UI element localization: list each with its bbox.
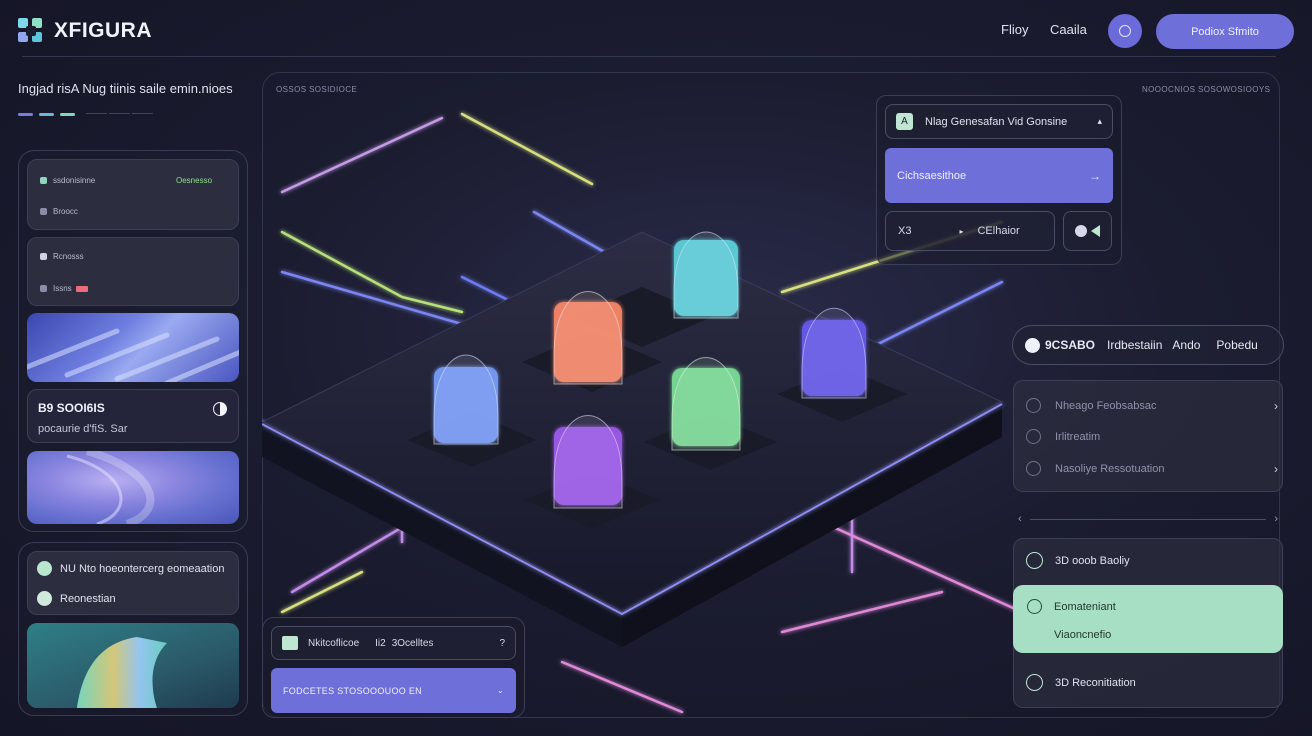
profile-icon <box>1119 25 1131 37</box>
info-card[interactable]: NU Nto hoeontercerg eomeaation Reonestia… <box>27 551 239 615</box>
active-title: Eomateniant <box>1054 600 1116 613</box>
header-divider <box>22 56 1276 57</box>
chevron-down-icon: ⌄ <box>496 686 504 695</box>
status-dot-icon <box>40 177 47 184</box>
caret-up-icon: ▴ <box>1097 116 1102 126</box>
stat-card[interactable]: B9 SOOI6IS pocaurie d'fiS. Sar <box>27 389 239 443</box>
scene-icon <box>282 636 298 650</box>
info-item-1: NU Nto hoeontercerg eomeaation <box>60 562 225 575</box>
preview-image-fluid[interactable] <box>27 451 239 524</box>
status-dot-icon <box>40 285 47 292</box>
mode-badge: 9CSABO <box>1045 338 1096 352</box>
scene-left: Nkitcoflicoe <box>308 637 360 649</box>
preview-image-holo[interactable] <box>27 623 239 708</box>
carousel-nav: ‹ › <box>1018 513 1278 525</box>
logo-mark-icon <box>18 18 44 44</box>
chevron-right-icon: › <box>1274 461 1278 476</box>
generate-label: Cichsaesithoe <box>897 169 967 182</box>
option-selector[interactable]: X3 ▸ CElhaior <box>885 211 1055 251</box>
nav-link-caaila[interactable]: Caaila <box>1050 22 1087 37</box>
mode-icon <box>1025 337 1040 353</box>
card1-badge: Oesnesso <box>176 176 213 185</box>
check-icon <box>37 561 52 576</box>
status-card-2[interactable]: Rcnosss Issns <box>27 237 239 306</box>
process-button[interactable]: FODCETES STOSOOOUOO EN ⌄ <box>271 668 516 713</box>
pipeline-item-1[interactable]: 3D ooob Baoliy <box>1026 552 1130 569</box>
model-icon: A <box>896 113 913 130</box>
active-sub: Viaoncnefio <box>1054 629 1112 641</box>
model-dropdown[interactable]: A Nlag Genesafan Vid Gonsine ▴ <box>885 104 1113 139</box>
glass-tubes-graphic <box>27 328 239 382</box>
model-dropdown-value: Nlag Genesafan Vid Gonsine <box>925 115 1068 128</box>
option-right: CElhaior <box>977 225 1020 237</box>
scene-selector[interactable]: Nkitcoflicoe Ii2 3Ocelltes ? <box>271 626 516 660</box>
scene-right: 3Ocelltes <box>391 637 434 649</box>
card2-line2: Issns <box>53 284 72 293</box>
fluid-graphic <box>66 451 155 524</box>
carousel-next-button[interactable]: › <box>1274 513 1278 525</box>
reconstruct-icon <box>1026 674 1043 691</box>
process-label: FODCETES STOSOOOUOO EN <box>283 685 422 696</box>
generate-button[interactable]: Cichsaesithoe → <box>885 148 1113 203</box>
feature-list: Nheago Feobsabsac › Irlitreatim Nasoliye… <box>1013 380 1283 492</box>
neon-rail <box>780 590 944 634</box>
neon-rail <box>280 270 474 329</box>
alert-bar <box>75 285 88 292</box>
arrow-right-icon: → <box>1089 168 1101 183</box>
option-left: X3 <box>898 225 912 237</box>
neon-rail <box>280 116 444 194</box>
atom-icon <box>37 591 52 606</box>
chevron-right-icon: › <box>1274 398 1278 413</box>
status-dot-icon <box>40 253 47 260</box>
base-plate <box>262 231 1004 613</box>
brand-logo[interactable]: XFIGURA <box>18 18 152 44</box>
mode-pill[interactable]: 9CSABO Irdbestaiin Ando Pobedu <box>1012 325 1284 365</box>
feature-item-2[interactable]: Irlitreatim <box>1026 429 1278 444</box>
help-icon[interactable]: ? <box>499 638 505 649</box>
tagline-accent-bars <box>18 113 75 116</box>
circle-icon <box>1026 461 1041 476</box>
caret-right-icon: ▸ <box>959 226 964 236</box>
stat-title: B9 SOOI6IS <box>38 401 105 415</box>
circle-icon <box>1026 429 1041 444</box>
play-back-icon <box>1091 225 1100 237</box>
pie-icon <box>213 402 227 416</box>
card1-line2: Broocc <box>53 207 78 216</box>
nav-link-flioy[interactable]: Flioy <box>1001 22 1028 37</box>
mode-word-1: Irdbestaiin <box>1107 338 1163 352</box>
status-dot-icon <box>40 208 47 215</box>
cta-button[interactable]: Podiox Sfmito <box>1156 14 1294 49</box>
carousel-track <box>1029 518 1267 520</box>
neon-rail <box>280 230 464 314</box>
canvas-label-right: NOOOCNIOS SOSOWOSIOOYS <box>1142 85 1271 94</box>
brand-name: XFIGURA <box>54 19 152 42</box>
scene-mid: Ii2 <box>375 637 386 649</box>
feature-item-3[interactable]: Nasoliye Ressotuation › <box>1026 461 1278 476</box>
info-item-2: Reonestian <box>60 592 116 605</box>
holo-ribbon-graphic <box>77 637 167 708</box>
carousel-prev-button[interactable]: ‹ <box>1018 513 1022 525</box>
mode-word-2: Ando <box>1172 338 1201 352</box>
card1-line1: ssdonisinne <box>53 176 96 185</box>
share-button[interactable] <box>1063 211 1112 251</box>
profile-button[interactable] <box>1108 14 1142 48</box>
preview-image-glass-tubes[interactable] <box>27 313 239 382</box>
status-card-1[interactable]: ssdonisinne Oesnesso Broocc <box>27 159 239 230</box>
card2-line1: Rcnosss <box>53 252 84 261</box>
neon-rail <box>460 112 594 186</box>
globe-icon <box>1075 225 1087 237</box>
refresh-icon <box>1027 599 1042 614</box>
pipeline-item-3[interactable]: 3D Reconitiation <box>1026 674 1136 691</box>
stat-caption: pocaurie d'fiS. Sar <box>38 423 128 435</box>
cube-icon <box>1026 552 1043 569</box>
pipeline-item-active[interactable]: Eomateniant Viaoncnefio <box>1013 585 1283 653</box>
mode-word-3: Pobedu <box>1216 338 1258 352</box>
tagline-sub: ——— ——— ——— <box>86 110 153 117</box>
tagline: Ingjad risA Nug tiinis saile emin.nioes <box>18 81 233 96</box>
feature-item-1[interactable]: Nheago Feobsabsac › <box>1026 398 1278 413</box>
circle-icon <box>1026 398 1041 413</box>
neon-rail <box>560 660 684 714</box>
